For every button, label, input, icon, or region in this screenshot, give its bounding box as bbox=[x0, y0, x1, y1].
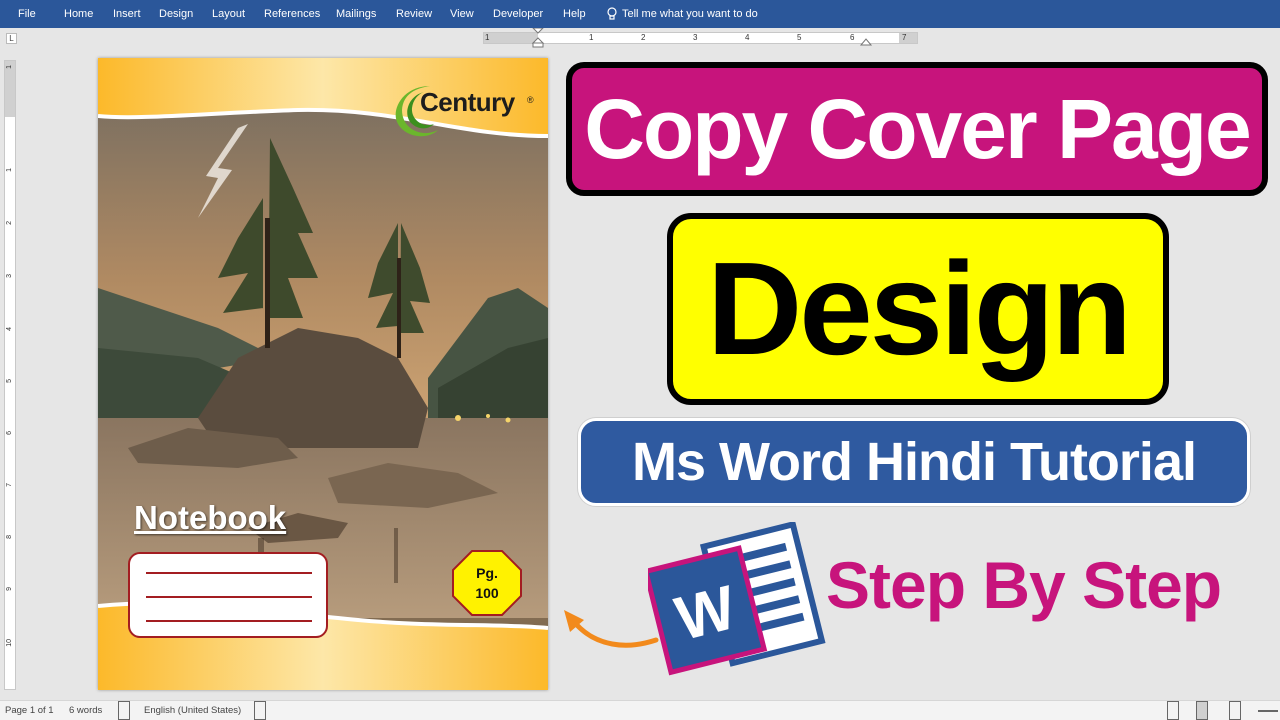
ruler-label: 1 bbox=[6, 65, 13, 69]
label-line bbox=[146, 620, 312, 622]
horizontal-ruler[interactable]: L 1 1 2 3 4 5 6 7 bbox=[0, 28, 1280, 48]
ruler-label: 6 bbox=[6, 431, 13, 435]
headline-banner-magenta: Copy Cover Page bbox=[566, 62, 1268, 196]
word-count-status[interactable]: 6 words bbox=[69, 701, 102, 720]
ruler-label: 3 bbox=[6, 274, 13, 278]
tab-design[interactable]: Design bbox=[159, 0, 193, 28]
tab-review[interactable]: Review bbox=[396, 0, 432, 28]
ruler-label: 2 bbox=[641, 33, 646, 42]
brand-logo-text: Century bbox=[420, 87, 515, 117]
ruler-label: 2 bbox=[6, 221, 13, 225]
tab-insert[interactable]: Insert bbox=[113, 0, 141, 28]
registered-mark: ® bbox=[527, 95, 534, 105]
tab-layout[interactable]: Layout bbox=[212, 0, 245, 28]
pages-label: Pg. bbox=[476, 565, 498, 581]
label-line bbox=[146, 572, 312, 574]
ruler-label: 7 bbox=[902, 33, 907, 42]
ruler-label: 4 bbox=[745, 33, 750, 42]
lightbulb-icon bbox=[607, 7, 617, 20]
right-indent-marker-icon[interactable] bbox=[860, 36, 872, 46]
tab-home[interactable]: Home bbox=[64, 0, 93, 28]
top-margin-area bbox=[5, 61, 15, 117]
ruler-label: 1 bbox=[485, 33, 490, 42]
ruler-label: 7 bbox=[6, 483, 13, 487]
ruler-label: 5 bbox=[6, 379, 13, 383]
headline-tutorial: Ms Word Hindi Tutorial bbox=[632, 432, 1197, 492]
ms-word-logo-icon: W bbox=[648, 522, 826, 676]
name-label-box[interactable] bbox=[128, 552, 328, 638]
tab-selector[interactable]: L bbox=[6, 33, 17, 44]
curved-arrow-icon bbox=[564, 610, 659, 648]
web-layout-icon[interactable] bbox=[1229, 701, 1241, 720]
ruler-label: 6 bbox=[850, 33, 855, 42]
headline-design: Design bbox=[706, 235, 1132, 382]
print-layout-icon[interactable] bbox=[1196, 701, 1208, 720]
tab-view[interactable]: View bbox=[450, 0, 474, 28]
headline-copy-cover-page: Copy Cover Page bbox=[584, 82, 1252, 176]
ruler-strip: 1 1 2 3 4 5 6 7 bbox=[483, 32, 918, 44]
notebook-cover-page[interactable]: Century ® Notebook Pg. 100 bbox=[98, 58, 548, 690]
ruler-label: 9 bbox=[6, 587, 13, 591]
tab-file[interactable]: File bbox=[18, 0, 36, 28]
tell-me-label: Tell me what you want to do bbox=[622, 8, 758, 20]
ruler-label: 8 bbox=[6, 535, 13, 539]
macro-record-icon[interactable] bbox=[254, 701, 266, 720]
read-mode-icon[interactable] bbox=[1167, 701, 1179, 720]
tab-mailings[interactable]: Mailings bbox=[336, 0, 376, 28]
ruler-label: 4 bbox=[6, 327, 13, 331]
proofing-icon[interactable] bbox=[118, 701, 130, 720]
indent-marker-icon[interactable] bbox=[531, 28, 545, 48]
zoom-slider[interactable] bbox=[1258, 710, 1278, 712]
label-line bbox=[146, 596, 312, 598]
ruler-label: 1 bbox=[589, 33, 594, 42]
ribbon-tab-bar: File Home Insert Design Layout Reference… bbox=[0, 0, 1280, 28]
headline-banner-blue: Ms Word Hindi Tutorial bbox=[578, 418, 1250, 506]
left-margin-area bbox=[484, 33, 538, 43]
headline-banner-yellow: Design bbox=[667, 213, 1169, 405]
ruler-label: 1 bbox=[6, 168, 13, 172]
page-count-text: Pg. 100 bbox=[452, 563, 522, 603]
headline-step-by-step: Step By Step bbox=[826, 548, 1222, 622]
tab-help[interactable]: Help bbox=[563, 0, 586, 28]
status-bar: Page 1 of 1 6 words English (United Stat… bbox=[0, 700, 1280, 720]
tab-references[interactable]: References bbox=[264, 0, 320, 28]
language-status[interactable]: English (United States) bbox=[144, 701, 241, 720]
vertical-ruler[interactable]: 1 1 2 3 4 5 6 7 8 9 10 bbox=[4, 60, 16, 690]
ruler-label: 10 bbox=[6, 639, 13, 647]
tab-developer[interactable]: Developer bbox=[493, 0, 543, 28]
pages-value: 100 bbox=[475, 585, 499, 601]
page-count-status[interactable]: Page 1 of 1 bbox=[5, 701, 54, 720]
ruler-label: 5 bbox=[797, 33, 802, 42]
cover-title: Notebook bbox=[134, 499, 287, 536]
tell-me-search[interactable]: Tell me what you want to do bbox=[606, 0, 758, 28]
ruler-label: 3 bbox=[693, 33, 698, 42]
